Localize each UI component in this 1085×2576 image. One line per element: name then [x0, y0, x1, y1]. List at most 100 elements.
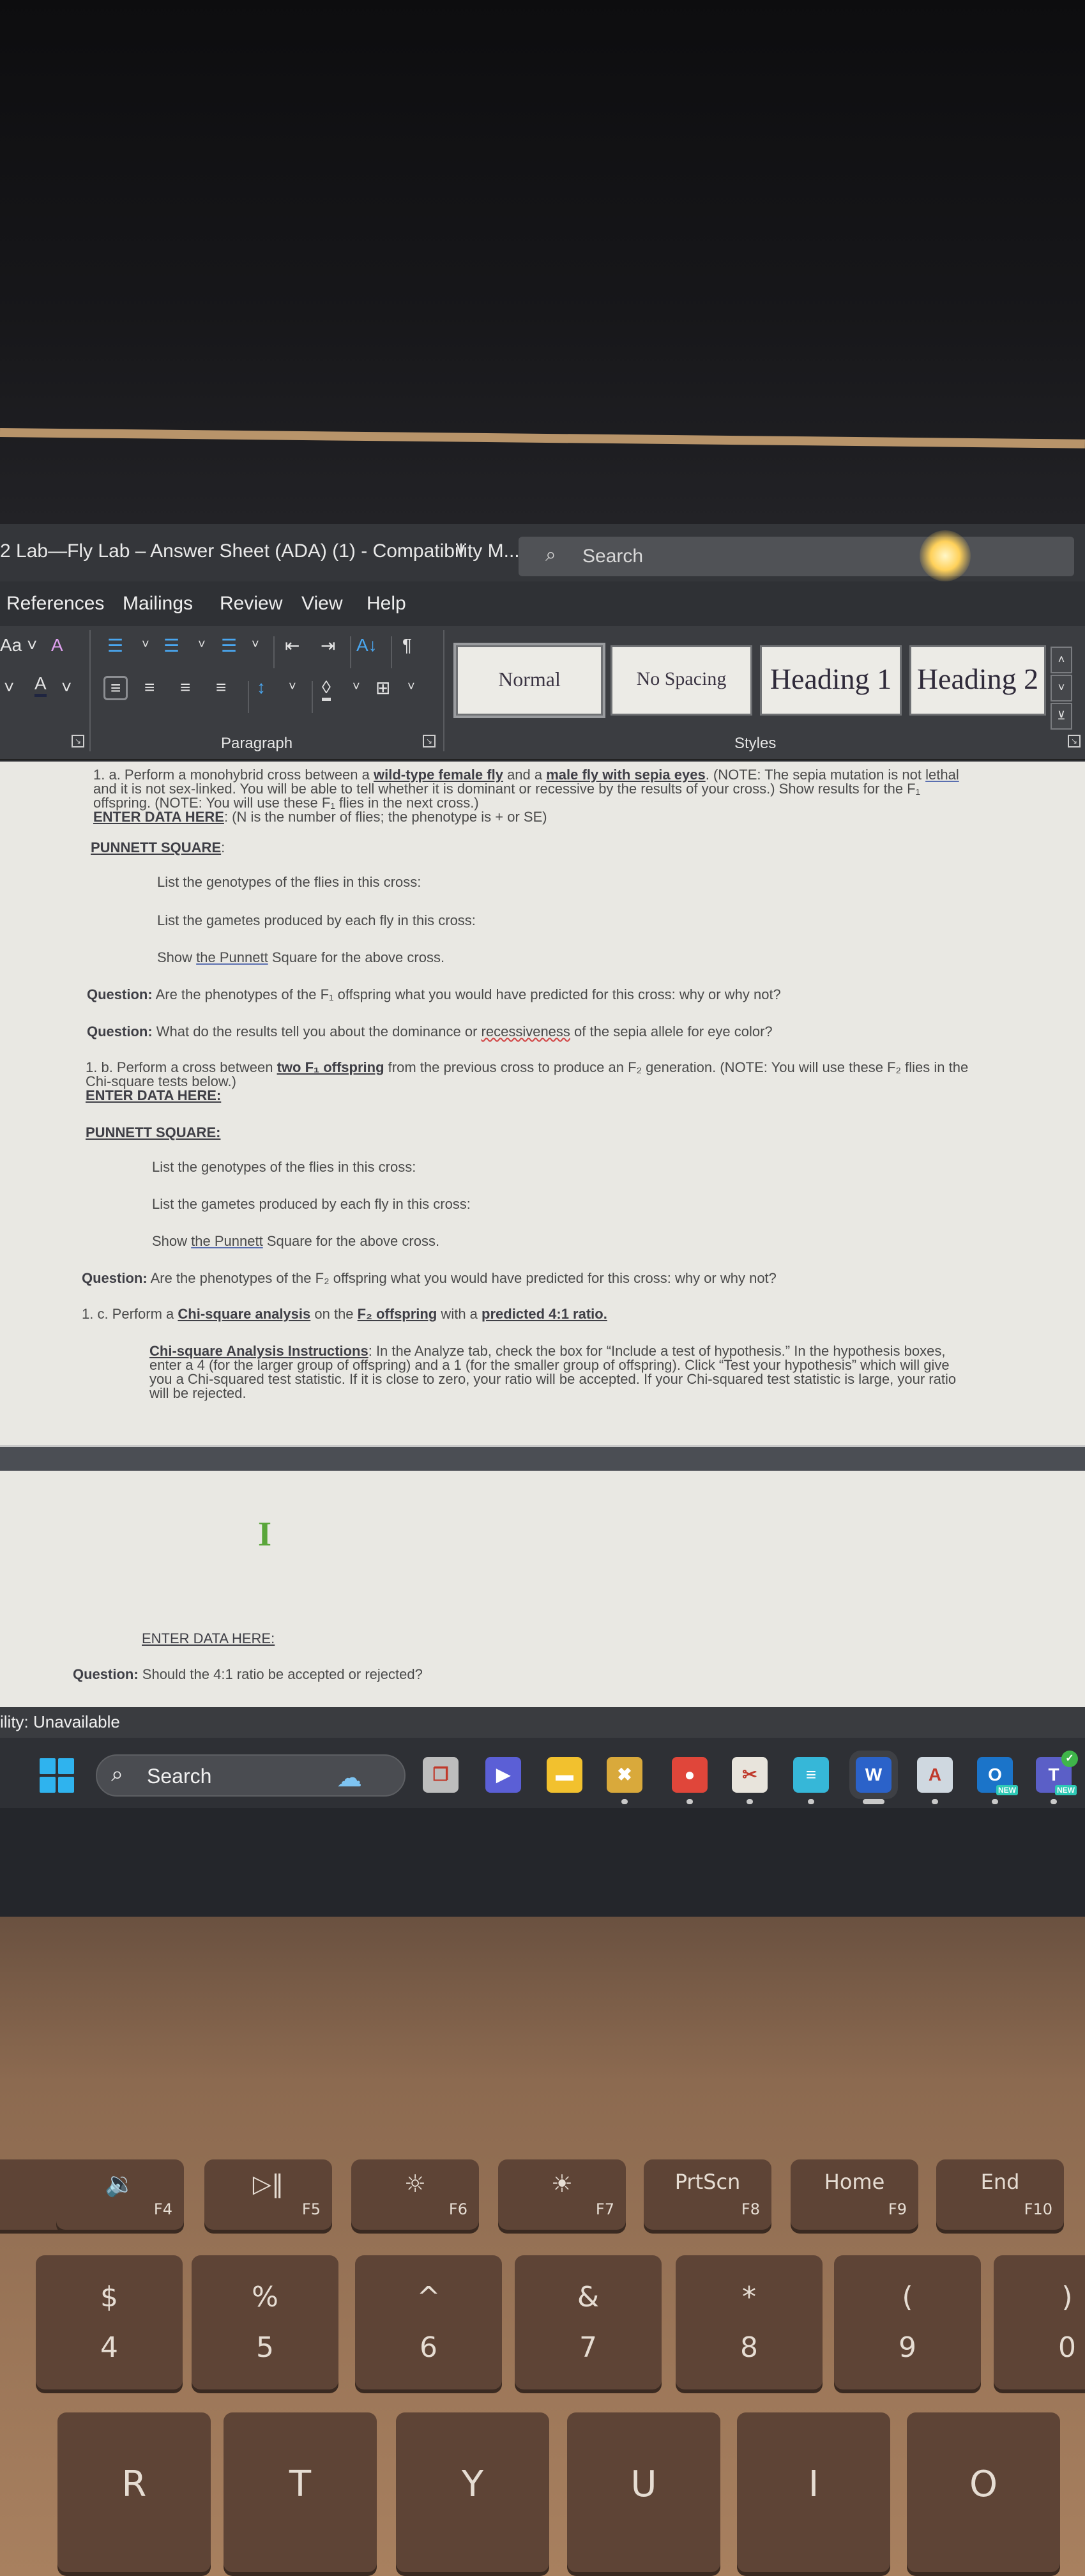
key-u[interactable]: U — [567, 2412, 720, 2572]
key-o[interactable]: O — [907, 2412, 1060, 2572]
punnett-label: PUNNETT SQUARE — [91, 839, 222, 855]
key-r[interactable]: R — [57, 2412, 211, 2572]
font-color-button[interactable]: A — [34, 673, 47, 697]
key-5[interactable]: % 5 — [192, 2255, 338, 2389]
line-spacing-icon[interactable]: ↕ — [257, 677, 266, 698]
key-f6[interactable]: ☼ F6 — [351, 2159, 479, 2230]
taskbar-app-meet[interactable]: ▶ — [485, 1757, 521, 1793]
key-f8[interactable]: PrtScn F8 — [644, 2159, 771, 2230]
punnett-prompt: Show the Punnett Square for the above cr… — [152, 1233, 439, 1250]
running-indicator — [932, 1799, 938, 1804]
numbering-icon[interactable]: ☰ — [163, 635, 179, 656]
taskbar-app-chrome[interactable]: ● — [672, 1757, 708, 1793]
chevron-down-icon[interactable]: ˅ — [198, 638, 206, 652]
chevron-down-icon[interactable]: ˅ — [252, 638, 259, 652]
taskbar-app-wordpad[interactable]: A — [917, 1757, 953, 1793]
style-normal[interactable]: Normal — [453, 643, 605, 718]
borders-icon[interactable]: ⊞ — [376, 677, 390, 698]
chevron-down-icon[interactable]: ˅ — [289, 680, 296, 694]
q1b-enter-data: ENTER DATA HERE: — [86, 1087, 222, 1103]
key-9[interactable]: (9 — [834, 2255, 981, 2389]
styles-scroll-down-icon[interactable]: ˅ — [1051, 675, 1072, 702]
key-shift-symbol: ^ — [416, 2281, 441, 2313]
tab-help[interactable]: Help — [367, 593, 406, 615]
tool-app-icon: ✖ — [617, 1765, 632, 1784]
chevron-down-icon[interactable]: ∨ — [455, 539, 467, 559]
divider — [273, 636, 275, 668]
clear-formatting-icon[interactable]: A — [51, 635, 63, 656]
predicted-ratio: predicted 4:1 ratio. — [482, 1306, 607, 1322]
key-i[interactable]: I — [737, 2412, 890, 2572]
key-f10[interactable]: End F10 — [936, 2159, 1064, 2230]
tab-review[interactable]: Review — [220, 593, 282, 615]
styles-dialog-launcher-icon[interactable]: ↘ — [1068, 735, 1081, 747]
taskbar-app-notepad[interactable]: ≡ — [793, 1757, 829, 1793]
align-left-icon[interactable]: ≡ — [103, 676, 128, 700]
style-heading-2[interactable]: Heading 2 — [909, 645, 1046, 716]
taskbar-app-tool-app[interactable]: ✖ — [607, 1757, 642, 1793]
align-right-icon[interactable]: ≡ — [180, 677, 190, 698]
lethal-word: lethal — [925, 767, 959, 783]
key-4[interactable]: $4 — [36, 2255, 183, 2389]
font-dialog-launcher-icon[interactable]: ↘ — [72, 735, 84, 747]
key-f9[interactable]: Home F9 — [791, 2159, 918, 2230]
styles-group-label: Styles — [734, 735, 777, 752]
taskbar-search[interactable]: ⌕ Search ☁ — [96, 1754, 406, 1797]
enter-data-label: ENTER DATA HERE: — [142, 1630, 275, 1646]
chevron-down-icon[interactable]: ˅ — [353, 680, 360, 694]
document-page[interactable]: 1. a. Perform a monohybrid cross between… — [0, 762, 1085, 1445]
divider — [89, 630, 91, 751]
show-formatting-marks-icon[interactable]: ¶ — [402, 635, 412, 656]
center-align-icon[interactable]: ≡ — [144, 677, 155, 698]
styles-more-icon[interactable]: ⊻ — [1051, 703, 1072, 730]
question-label: Question: — [87, 986, 153, 1002]
sort-icon[interactable]: A↓ — [356, 635, 377, 656]
paragraph-dialog-launcher-icon[interactable]: ↘ — [423, 735, 436, 747]
key-letter: R — [121, 2464, 147, 2505]
text: with a — [437, 1306, 482, 1322]
taskbar-app-word[interactable]: W — [849, 1751, 898, 1799]
multilevel-list-icon[interactable]: ☰ — [221, 635, 237, 656]
styles-scroll-up-icon[interactable]: ˄ — [1051, 647, 1072, 673]
windows-start-icon[interactable] — [40, 1758, 74, 1793]
misspelled-word: recessiveness — [481, 1023, 570, 1039]
taskbar-app-snipping-tool[interactable]: ✂ — [732, 1757, 768, 1793]
style-heading-1[interactable]: Heading 1 — [760, 645, 902, 716]
accessibility-status[interactable]: ility: Unavailable — [0, 1712, 120, 1732]
taskbar-app-teams[interactable]: T NEW ✓ — [1036, 1751, 1078, 1795]
taskbar-app-file-explorer[interactable]: ▬ — [547, 1757, 582, 1793]
chevron-down-icon[interactable]: ˅ — [407, 680, 415, 694]
key-6[interactable]: ^ 6 — [355, 2255, 502, 2389]
tab-mailings[interactable]: Mailings — [123, 593, 193, 615]
key-f5[interactable]: ▷‖ F5 — [204, 2159, 332, 2230]
chevron-down-icon[interactable]: ˅ — [61, 677, 72, 698]
key-fn-label: F5 — [301, 2200, 321, 2218]
tab-view[interactable]: View — [301, 593, 342, 615]
document-title[interactable]: 2 Lab—Fly Lab – Answer Sheet (ADA) (1) -… — [0, 540, 520, 562]
justify-icon[interactable]: ≡ — [216, 677, 226, 698]
running-indicator — [863, 1799, 884, 1804]
key-0[interactable]: ) 0 — [994, 2255, 1085, 2389]
key-y[interactable]: Y — [396, 2412, 549, 2572]
style-no-spacing[interactable]: No Spacing — [611, 645, 752, 716]
key-7[interactable]: & 7 — [515, 2255, 662, 2389]
text: Are the phenotypes of the F₁ offspring w… — [152, 986, 781, 1002]
search-input[interactable]: ⌕ Search — [519, 537, 1074, 576]
key-f7[interactable]: ☀ F7 — [498, 2159, 626, 2230]
key-8[interactable]: * 8 — [676, 2255, 823, 2389]
key-digit: 6 — [420, 2331, 437, 2364]
chevron-down-icon[interactable]: ˅ — [4, 677, 14, 698]
shading-icon[interactable]: ◊ — [322, 677, 331, 701]
key-f4[interactable]: 🔉 F4 — [56, 2159, 184, 2230]
key-letter: T — [289, 2464, 312, 2505]
change-case-button[interactable]: Aa ˅ — [0, 635, 37, 656]
taskbar-app-outlook[interactable]: O NEW — [977, 1757, 1018, 1795]
increase-indent-icon[interactable]: ⇥ — [321, 635, 335, 656]
document-page-2[interactable]: I ENTER DATA HERE: Question: Should the … — [0, 1471, 1085, 1707]
bullets-icon[interactable]: ☰ — [107, 635, 123, 656]
tab-references[interactable]: References — [6, 593, 104, 615]
taskbar-app-task-view[interactable]: ❐ — [423, 1757, 459, 1793]
chevron-down-icon[interactable]: ˅ — [142, 638, 149, 652]
decrease-indent-icon[interactable]: ⇤ — [285, 635, 300, 656]
key-t[interactable]: T — [224, 2412, 377, 2572]
